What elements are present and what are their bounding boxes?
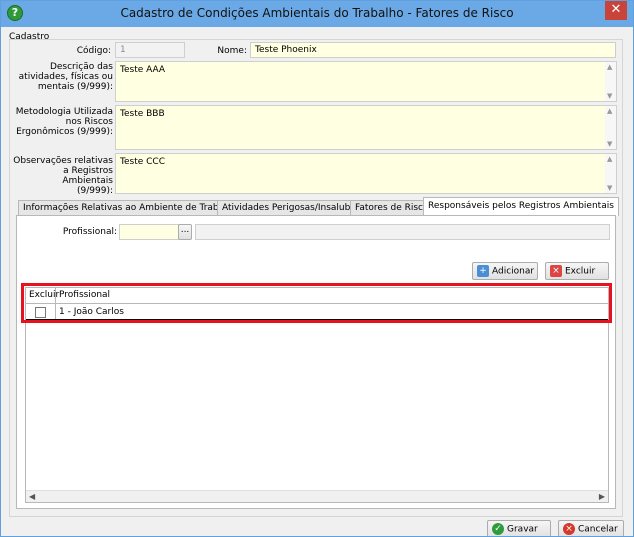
- check-icon: ✓: [492, 523, 504, 535]
- cancel-icon: ×: [563, 523, 575, 535]
- title-bar[interactable]: ? Cadastro de Condições Ambientais do Tr…: [1, 1, 633, 27]
- close-button[interactable]: ✕: [605, 1, 627, 20]
- annotation-highlight-box: [21, 283, 612, 323]
- gravar-label: Gravar: [507, 524, 538, 535]
- cancelar-button[interactable]: × Cancelar: [558, 520, 624, 536]
- window-title: Cadastro de Condições Ambientais do Trab…: [120, 6, 514, 20]
- cadastro-frame: [9, 39, 623, 517]
- cancelar-label: Cancelar: [578, 524, 618, 535]
- gravar-button[interactable]: ✓ Gravar: [487, 520, 551, 536]
- dialog-window: ? Cadastro de Condições Ambientais do Tr…: [0, 0, 634, 537]
